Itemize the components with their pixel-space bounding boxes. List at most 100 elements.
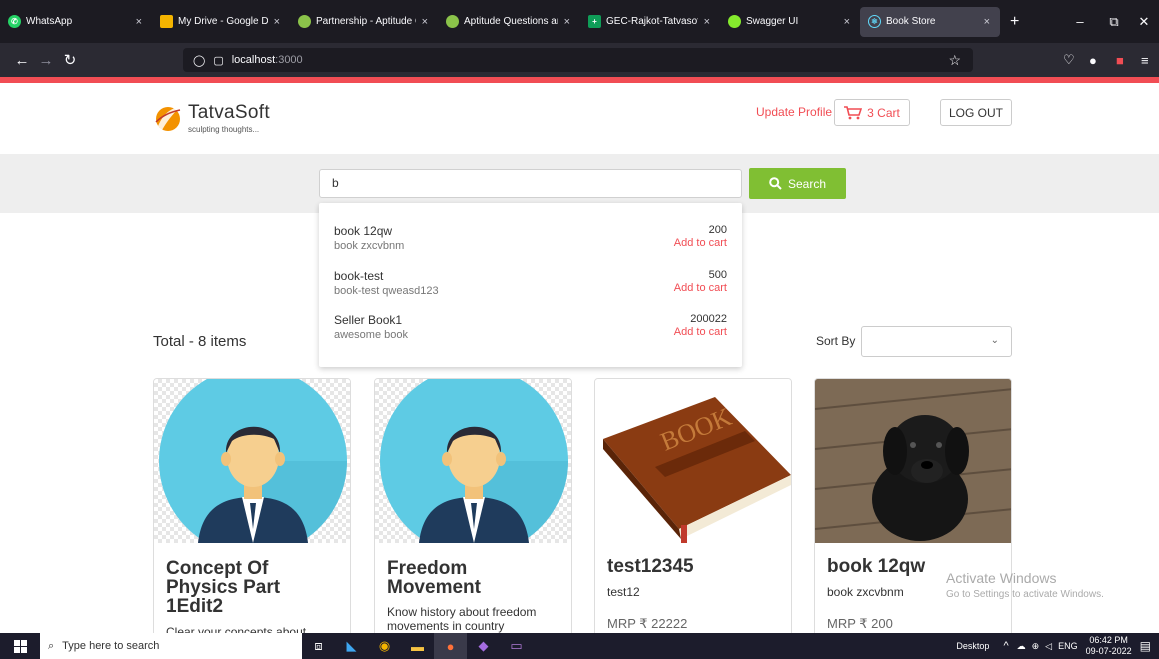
new-tab-button[interactable]: +	[1000, 13, 1029, 31]
book-icon: BOOK	[603, 397, 791, 543]
browser-tab[interactable]: My Drive - Google Drive ×	[152, 0, 290, 43]
swagger-icon	[728, 15, 741, 28]
page-icon: ▢	[213, 54, 224, 67]
language-indicator[interactable]: ENG	[1058, 641, 1078, 651]
desktop-label[interactable]: Desktop	[956, 641, 989, 651]
book-image	[154, 379, 350, 543]
clock[interactable]: 06:42 PM 09-07-2022	[1086, 635, 1132, 657]
chevron-down-icon: ⌄	[990, 335, 999, 346]
taskbar-search-placeholder: Type here to search	[62, 640, 160, 652]
tab-title: Book Store	[886, 16, 936, 27]
book-mrp: MRP ₹ 22222	[607, 616, 688, 631]
add-to-cart-link[interactable]: Add to cart	[674, 282, 727, 294]
watermark-title: Activate Windows	[946, 570, 1057, 586]
reload-icon[interactable]: ↻	[58, 51, 82, 69]
visual-studio-icon[interactable]: ◆	[467, 633, 500, 659]
clock-date: 09-07-2022	[1085, 646, 1132, 656]
browser-tab[interactable]: ✆ WhatsApp ×	[0, 0, 152, 43]
accent-bar	[0, 77, 1159, 83]
suggestion-item[interactable]: Seller Book1 awesome book 200022 Add to …	[334, 313, 727, 341]
add-to-cart-link[interactable]: Add to cart	[674, 326, 727, 338]
windows-start-icon[interactable]	[0, 633, 40, 659]
aptitude-icon	[298, 15, 311, 28]
cart-label: 3 Cart	[867, 105, 900, 120]
whatsapp-icon: ✆	[8, 15, 21, 28]
tab-title: GEC-Rajkot-Tatvasoft_Int	[606, 16, 698, 27]
browser-tab[interactable]: Swagger UI ×	[720, 0, 860, 43]
search-input[interactable]: b	[319, 169, 742, 198]
network-icon[interactable]: ⊕	[1032, 641, 1040, 652]
clock-time: 06:42 PM	[1089, 635, 1128, 645]
suggestion-item[interactable]: book-test book-test qweasd123 500 Add to…	[334, 269, 727, 297]
close-window-icon[interactable]: ✕	[1124, 0, 1159, 43]
cart-button[interactable]: 3 Cart	[834, 99, 910, 126]
search-icon	[769, 177, 782, 190]
pocket-icon[interactable]: ♡	[1063, 43, 1075, 77]
task-view-icon[interactable]: ⧈	[302, 633, 335, 659]
volume-icon[interactable]: ◁	[1045, 641, 1052, 652]
system-tray: Desktop ^ ☁ ⊕ ◁ ENG 06:42 PM 09-07-2022 …	[956, 633, 1159, 659]
sort-select[interactable]: ⌄	[861, 326, 1012, 357]
taskbar-search[interactable]: ⌕ Type here to search	[40, 633, 302, 659]
bookmark-star-icon[interactable]: ☆	[948, 52, 961, 69]
total-items: Total - 8 items	[153, 333, 247, 350]
file-explorer-icon[interactable]: ▬	[401, 633, 434, 659]
tab-title: WhatsApp	[26, 16, 73, 27]
logo[interactable]: TatvaSoft sculpting thoughts...	[152, 102, 270, 134]
notification-icon[interactable]: ▤	[1140, 639, 1151, 653]
logout-button[interactable]: LOG OUT	[940, 99, 1012, 126]
tab-title: My Drive - Google Drive	[178, 16, 268, 27]
book-card[interactable]: Concept Of Physics Part 1Edit2 Clear you…	[153, 378, 351, 638]
close-icon[interactable]: ×	[844, 16, 850, 28]
suggestion-item[interactable]: book 12qw book zxcvbnm 200 Add to cart	[334, 224, 727, 252]
search-button[interactable]: Search	[749, 168, 846, 199]
cart-icon	[844, 105, 863, 119]
add-to-cart-link[interactable]: Add to cart	[674, 237, 727, 249]
close-icon[interactable]: ×	[564, 16, 570, 28]
chrome-icon[interactable]: ◉	[368, 633, 401, 659]
extension-icon[interactable]: ■	[1116, 43, 1124, 77]
search-button-label: Search	[787, 176, 827, 191]
book-mrp: MRP ₹ 200	[827, 616, 893, 631]
chevron-up-icon[interactable]: ^	[1003, 640, 1008, 652]
tab-title: Swagger UI	[746, 16, 799, 27]
book-subtitle: Know history about freedom movements in …	[387, 605, 537, 633]
suggestion-name: Seller Book1	[334, 313, 403, 327]
browser-tab-active[interactable]: ⚛ Book Store ×	[860, 6, 1000, 37]
watermark-subtitle: Go to Settings to activate Windows.	[946, 589, 1104, 600]
search-icon: ⌕	[48, 639, 55, 652]
book-card[interactable]: BOOK test12345 test12 MRP ₹ 22222	[594, 378, 792, 638]
dog-photo-icon	[815, 379, 1011, 543]
tab-title: Partnership - Aptitude Q	[316, 16, 416, 27]
shield-icon: ◯	[193, 54, 206, 67]
url-host: localhost	[231, 54, 276, 66]
forward-icon[interactable]: →	[34, 52, 58, 69]
vscode-icon[interactable]: ◣	[335, 633, 368, 659]
browser-tab[interactable]: Partnership - Aptitude Q ×	[290, 0, 438, 43]
browser-nav-bar: ← → ↻ ◯ ▢ localhost:3000 ☆ ♡ ● ■ ≡	[0, 43, 1159, 77]
close-icon[interactable]: ×	[984, 16, 990, 28]
close-icon[interactable]: ×	[136, 16, 142, 28]
suggestion-desc: awesome book	[334, 329, 408, 341]
back-icon[interactable]: ←	[10, 52, 34, 69]
cloud-icon[interactable]: ☁	[1017, 641, 1026, 652]
close-icon[interactable]: ×	[274, 16, 280, 28]
update-profile-link[interactable]: Update Profile	[756, 105, 832, 119]
windows-taskbar: ⌕ Type here to search ⧈ ◣ ◉ ▬ ● ◆ ▭ Desk…	[0, 633, 1159, 659]
url-bar[interactable]: ◯ ▢ localhost:3000 ☆	[183, 48, 973, 72]
book-title: Freedom Movement	[387, 558, 481, 598]
browser-tab[interactable]: + GEC-Rajkot-Tatvasoft_Int ×	[580, 0, 720, 43]
firefox-icon[interactable]: ●	[434, 633, 467, 659]
close-icon[interactable]: ×	[704, 16, 710, 28]
menu-icon[interactable]: ≡	[1141, 43, 1149, 77]
browser-tab[interactable]: Aptitude Questions and ×	[438, 0, 580, 43]
activate-windows-watermark: Activate Windows Go to Settings to activ…	[946, 570, 1104, 600]
book-subtitle: book zxcvbnm	[827, 585, 904, 599]
drive-icon	[160, 15, 173, 28]
profile-icon[interactable]: ●	[1089, 43, 1097, 77]
sort-by-label: Sort By	[816, 334, 856, 348]
terminal-icon[interactable]: ▭	[500, 633, 533, 659]
book-card[interactable]: Freedom Movement Know history about free…	[374, 378, 572, 638]
close-icon[interactable]: ×	[422, 16, 428, 28]
suggestion-desc: book-test qweasd123	[334, 285, 439, 297]
